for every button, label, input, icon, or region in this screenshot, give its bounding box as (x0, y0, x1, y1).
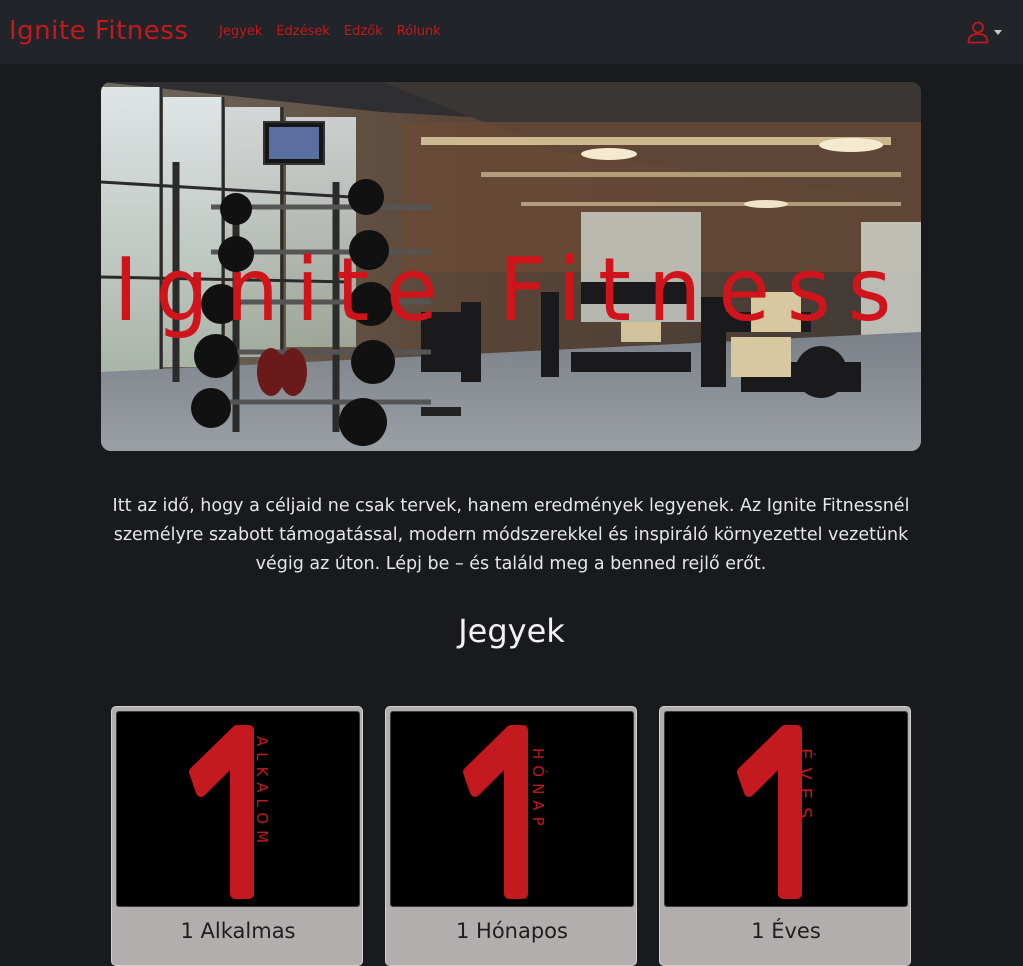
nav-links: Jegyek Edzések Edzők Rólunk (219, 24, 441, 39)
nav-link-edzok[interactable]: Edzők (344, 24, 383, 39)
ticket-image: ALKALOM (116, 711, 360, 907)
ticket-title: 1 Hónapos (456, 919, 568, 943)
ticket-word: ÉVES (794, 748, 816, 827)
ticket-image: HÓNAP (390, 711, 634, 907)
ticket-word: ALKALOM (253, 736, 271, 849)
ticket-graphic: ÉVES (737, 725, 816, 899)
ticket-title: 1 Alkalmas (180, 919, 296, 943)
ticket-word: HÓNAP (529, 748, 548, 832)
ticket-title: 1 Éves (751, 919, 821, 943)
ticket-card-alkalmas[interactable]: ALKALOM 1 Alkalmas (111, 706, 363, 966)
ticket-graphic: ALKALOM (189, 725, 271, 899)
brand-link[interactable]: Ignite Fitness (9, 16, 188, 46)
section-title-jegyek: Jegyek (458, 612, 565, 650)
ticket-graphic: HÓNAP (463, 725, 548, 899)
intro-paragraph: Itt az idő, hogy a céljaid ne csak terve… (112, 496, 910, 574)
user-menu-dropdown[interactable] (966, 20, 1002, 44)
navbar: Ignite Fitness Jegyek Edzések Edzők Rólu… (0, 0, 1023, 64)
chevron-down-icon (994, 29, 1002, 35)
user-icon (967, 21, 989, 44)
nav-link-rolunk[interactable]: Rólunk (397, 24, 441, 39)
hero-banner: Ignite Fitness (101, 82, 921, 451)
ticket-card-honapos[interactable]: HÓNAP 1 Hónapos (385, 706, 637, 966)
nav-link-jegyek[interactable]: Jegyek (219, 24, 262, 39)
hero-title: Ignite Fitness (113, 239, 909, 341)
nav-link-edzesek[interactable]: Edzések (276, 24, 330, 39)
ticket-image: ÉVES (664, 711, 908, 907)
ticket-card-eves[interactable]: ÉVES 1 Éves (659, 706, 911, 966)
